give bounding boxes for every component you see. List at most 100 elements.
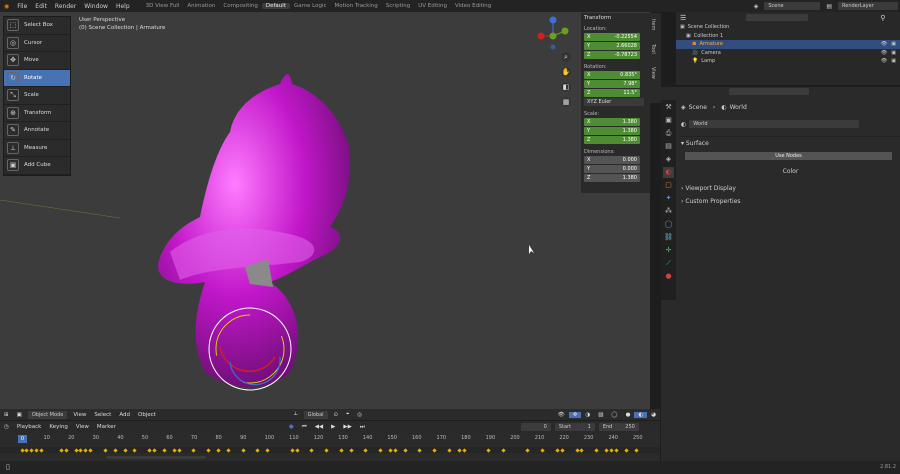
dimensions-x-field[interactable]: X 0.000 (584, 156, 640, 164)
constraint-props-icon[interactable]: ⛓ (663, 232, 674, 243)
keyframe-marker[interactable] (88, 447, 93, 453)
eye-icon[interactable]: 👁 (881, 50, 887, 56)
keyframe-marker[interactable] (579, 447, 585, 453)
keyframe-marker[interactable] (240, 447, 246, 453)
menu-window[interactable]: Window (80, 3, 112, 10)
eye-icon[interactable]: 👁 (881, 58, 887, 64)
playhead[interactable]: 0 (18, 435, 27, 443)
modifier-props-icon[interactable]: ✦ (663, 193, 674, 204)
properties-search-input[interactable] (729, 88, 809, 95)
scale-x-field[interactable]: X 1.380 (584, 118, 640, 126)
keyframe-marker[interactable] (457, 447, 462, 453)
menu-add[interactable]: Add (115, 412, 134, 418)
location-x-field[interactable]: X -0.22554 (584, 33, 640, 41)
tab-compositing[interactable]: Compositing (219, 3, 261, 9)
tab-motion-tracking[interactable]: Motion Tracking (330, 3, 381, 9)
timeline-body[interactable]: 0 10 20 30 40 50 60 70 80 90 100 110 120 130 140 150 160… (0, 433, 660, 461)
filter-icon[interactable]: ⚲ (880, 14, 885, 22)
rotation-z-field[interactable]: Z 11.5° (584, 89, 640, 97)
outliner-item-collection-1[interactable]: ▣ Collection 1 (676, 32, 900, 41)
keyframe-marker[interactable] (417, 447, 422, 453)
menu-help[interactable]: Help (112, 3, 134, 10)
viewport-display-panel[interactable]: › Viewport Display (681, 185, 900, 192)
scene-props-icon[interactable]: ◈ (663, 154, 674, 165)
keyframe-marker[interactable] (393, 447, 398, 453)
keyframe-marker[interactable] (560, 447, 565, 453)
tab-video-editing[interactable]: Video Editing (451, 3, 495, 9)
menu-file[interactable]: File (13, 3, 31, 10)
keyframe-marker[interactable] (447, 447, 452, 453)
color-label[interactable]: Color (681, 168, 900, 175)
keyframe-marker[interactable] (177, 447, 182, 453)
pivot-icon[interactable]: ⊙ (330, 412, 343, 418)
keyframe-marker[interactable] (403, 447, 408, 453)
menu-view-timeline[interactable]: View (72, 424, 93, 430)
gizmo-x-axis[interactable] (537, 32, 545, 40)
keyframe-marker[interactable] (594, 447, 599, 453)
keyframe-marker[interactable] (64, 447, 69, 453)
xray-icon[interactable]: ▧ (594, 412, 607, 418)
proportional-icon[interactable]: ◎ (353, 412, 366, 418)
shading-material-icon[interactable]: ◐ (634, 411, 648, 418)
outliner-search-input[interactable] (746, 14, 809, 21)
editor-type-icon[interactable]: ⊞ (0, 412, 13, 418)
gizmo-center[interactable] (549, 32, 557, 40)
keyframe-marker[interactable] (324, 447, 329, 453)
keyframe-marker[interactable] (339, 447, 344, 453)
camera-view-icon[interactable]: ◧ (561, 82, 571, 92)
custom-properties-panel[interactable]: › Custom Properties (681, 198, 900, 205)
world-props-icon[interactable]: ◐ (663, 167, 674, 178)
use-nodes-button[interactable]: Use Nodes (685, 152, 892, 160)
tab-scripting[interactable]: Scripting (382, 3, 414, 9)
keyframe-marker[interactable] (388, 447, 393, 453)
keyframe-marker[interactable] (103, 447, 108, 453)
keyframe-marker[interactable] (614, 447, 619, 453)
dimensions-y-field[interactable]: Y 0.000 (584, 165, 640, 173)
keyframe-marker[interactable] (525, 447, 531, 453)
visibility-icon[interactable]: 👁 (554, 412, 569, 418)
tab-animation[interactable]: Animation (183, 3, 219, 9)
keyframe-marker[interactable] (363, 447, 368, 453)
keyframe-marker[interactable] (633, 447, 639, 453)
scene-selector[interactable]: Scene (764, 2, 821, 10)
tool-measure[interactable]: ⟂ Measure (4, 140, 70, 157)
scene-icon[interactable]: ◈ (750, 3, 763, 10)
keyframe-marker[interactable] (348, 447, 354, 453)
overlay-icon[interactable]: ◑ (581, 412, 594, 418)
tab-item[interactable]: Item (650, 13, 656, 37)
keyframe-marker[interactable] (501, 447, 506, 453)
tool-move[interactable]: ✥ Move (4, 52, 70, 70)
3d-viewport[interactable]: User Perspective (0) Scene Collection | … (0, 12, 650, 409)
tool-annotate[interactable]: ✎ Annotate (4, 122, 70, 140)
keyframe-marker[interactable] (378, 447, 383, 453)
blender-logo-icon[interactable]: ◉ (0, 3, 13, 10)
render-layer-selector[interactable]: RenderLayer (838, 2, 898, 10)
scale-y-field[interactable]: Y 1.380 (584, 127, 640, 135)
render-layer-icon[interactable]: ▤ (822, 3, 836, 10)
navigation-gizmo[interactable] (535, 14, 575, 52)
keyframe-marker[interactable] (216, 447, 221, 453)
render-props-icon[interactable]: ▣ (663, 115, 674, 126)
keyframe-marker[interactable] (294, 447, 300, 453)
jump-start-icon[interactable]: ⏮ (298, 424, 311, 431)
next-key-icon[interactable]: ▶▶ (339, 424, 355, 430)
shading-wireframe-icon[interactable]: ◯ (607, 412, 621, 418)
keyframe-marker[interactable] (152, 447, 157, 453)
camera-render-icon[interactable]: ▣ (891, 50, 896, 56)
current-frame-field[interactable]: 0 (520, 423, 551, 431)
gizmo-z-axis[interactable] (549, 16, 557, 24)
surface-header[interactable]: ▾ Surface (681, 140, 900, 147)
keyframe-marker[interactable] (461, 447, 467, 453)
keyframe-marker[interactable] (172, 447, 177, 453)
keyframe-marker[interactable] (265, 447, 270, 453)
keyframe-marker[interactable] (624, 447, 629, 453)
keyframe-marker[interactable] (39, 447, 44, 453)
location-y-field[interactable]: Y 2.66028 (584, 42, 640, 50)
keyframe-marker[interactable] (206, 447, 211, 453)
jump-end-icon[interactable]: ⏭ (356, 424, 369, 431)
camera-render-icon[interactable]: ▣ (891, 58, 896, 64)
menu-keying[interactable]: Keying (45, 424, 71, 430)
snap-icon[interactable]: ⌖ (342, 411, 353, 418)
location-z-field[interactable]: Z -0.78723 (584, 51, 640, 59)
gizmo-neg-z[interactable] (550, 44, 556, 50)
